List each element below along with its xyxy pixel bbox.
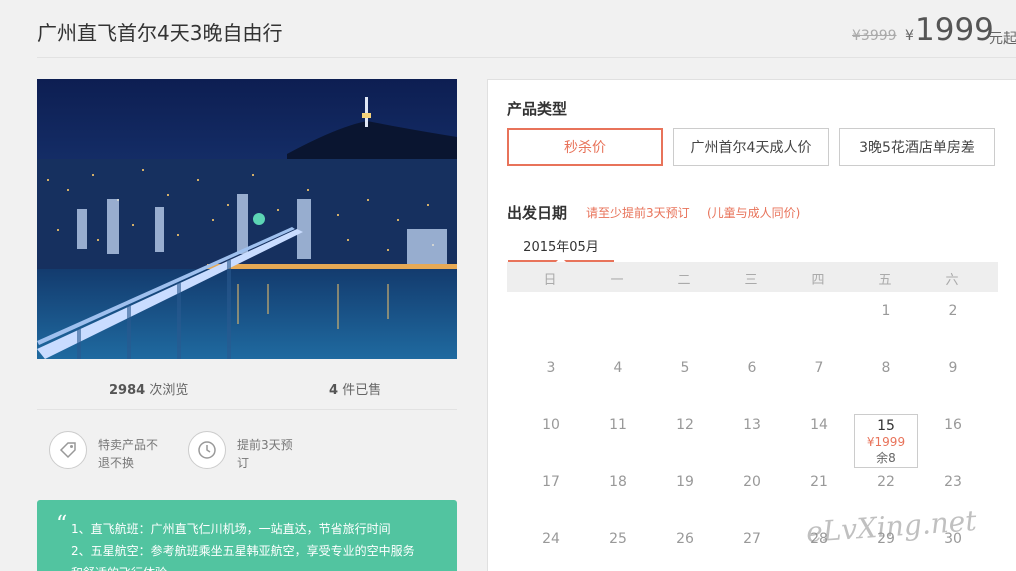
calendar-day: 12 xyxy=(676,417,694,433)
calendar-day: 2 xyxy=(948,303,958,319)
advance-hint: 请至少提前3天预订 xyxy=(586,206,690,220)
month-label: 2015年05月 xyxy=(523,240,599,255)
month-tab[interactable]: 2015年05月 xyxy=(508,234,614,262)
feature-text: 特卖产品不退不换 xyxy=(98,438,159,470)
calendar-day-available[interactable]: 15 ¥1999 余8 xyxy=(854,414,918,468)
calendar-day: 10 xyxy=(542,417,560,433)
weekday: 三 xyxy=(744,273,758,288)
departure-date-label: 出发日期 xyxy=(507,204,568,222)
highlights-box: “ 1、直飞航班：广州直飞仁川机场，一站直达，节省旅行时间 2、五星航空：参考航… xyxy=(37,500,457,571)
weekday: 六 xyxy=(945,273,959,288)
calendar-day: 26 xyxy=(676,531,694,547)
views-label: 次浏览 xyxy=(149,383,189,398)
type-option-single-room[interactable]: 3晚5花酒店单房差 xyxy=(839,128,995,166)
original-price: ¥3999 xyxy=(852,28,897,44)
calendar-day: 1 xyxy=(881,303,891,319)
calendar-day: 3 xyxy=(546,360,556,376)
day-remaining: 余8 xyxy=(876,451,896,465)
day-number: 15 xyxy=(877,418,895,434)
product-stats: 2984 次浏览 4 件已售 xyxy=(37,368,457,410)
calendar-day: 24 xyxy=(542,531,560,547)
calendar-day: 25 xyxy=(609,531,627,547)
calendar-day: 20 xyxy=(743,474,761,490)
weekday: 一 xyxy=(610,273,624,288)
views-stat: 2984 次浏览 xyxy=(109,379,188,398)
calendar-day: 13 xyxy=(743,417,761,433)
current-price: 1999 xyxy=(915,12,994,48)
currency-symbol: ¥ xyxy=(905,28,914,44)
calendar-day: 8 xyxy=(881,360,891,376)
calendar-day: 6 xyxy=(747,360,757,376)
highlight-line: 和舒适的飞行体验 xyxy=(71,562,457,571)
calendar-day: 7 xyxy=(814,360,824,376)
type-option-adult[interactable]: 广州首尔4天成人价 xyxy=(673,128,829,166)
type-option-flash-sale[interactable]: 秒杀价 xyxy=(507,128,663,166)
product-type-label: 产品类型 xyxy=(507,100,568,118)
feature-advance-booking: 提前3天预订 xyxy=(188,425,301,472)
sold-count: 4 xyxy=(329,383,339,398)
views-count: 2984 xyxy=(109,383,146,398)
page-title: 广州直飞首尔4天3晚自由行 xyxy=(37,21,283,45)
calendar-day: 27 xyxy=(743,531,761,547)
feature-text: 提前3天预订 xyxy=(237,438,293,470)
calendar-day: 9 xyxy=(948,360,958,376)
calendar-day: 19 xyxy=(676,474,694,490)
calendar-day: 11 xyxy=(609,417,627,433)
calendar-day: 18 xyxy=(609,474,627,490)
calendar-day: 17 xyxy=(542,474,560,490)
sold-label: 件已售 xyxy=(342,383,382,398)
weekday: 二 xyxy=(677,273,691,288)
booking-panel: 产品类型 秒杀价 广州首尔4天成人价 3晚5花酒店单房差 出发日期 请至少提前3… xyxy=(487,79,1016,571)
calendar-day: 21 xyxy=(810,474,828,490)
product-header: 广州直飞首尔4天3晚自由行 ¥3999 ¥ 1999 元起 xyxy=(37,0,1016,58)
day-price: ¥1999 xyxy=(866,435,906,449)
price-suffix: 元起 xyxy=(989,31,1016,47)
calendar-day: 4 xyxy=(613,360,623,376)
tag-icon xyxy=(49,431,87,469)
calendar-day: 5 xyxy=(680,360,690,376)
calendar-day: 22 xyxy=(877,474,895,490)
weekday: 五 xyxy=(878,273,892,288)
weekday: 日 xyxy=(543,273,557,288)
sold-stat: 4 件已售 xyxy=(329,379,381,398)
product-features: 特卖产品不退不换 提前3天预订 xyxy=(37,425,457,485)
highlight-line: 2、五星航空：参考航班乘坐五星韩亚航空，享受专业的空中服务 xyxy=(71,544,415,558)
product-photo[interactable] xyxy=(37,79,457,359)
calendar-day: 16 xyxy=(944,417,962,433)
child-price-hint: (儿童与成人同价) xyxy=(707,206,801,220)
calendar-day: 14 xyxy=(810,417,828,433)
highlight-line: 1、直飞航班：广州直飞仁川机场，一站直达，节省旅行时间 xyxy=(71,522,391,536)
feature-no-refund: 特卖产品不退不换 xyxy=(49,425,162,472)
clock-icon xyxy=(188,431,226,469)
calendar-day: 23 xyxy=(944,474,962,490)
quote-icon: “ xyxy=(56,512,68,537)
weekday: 四 xyxy=(811,273,825,288)
weekday-header: 日 一 二 三 四 五 六 xyxy=(507,262,998,292)
